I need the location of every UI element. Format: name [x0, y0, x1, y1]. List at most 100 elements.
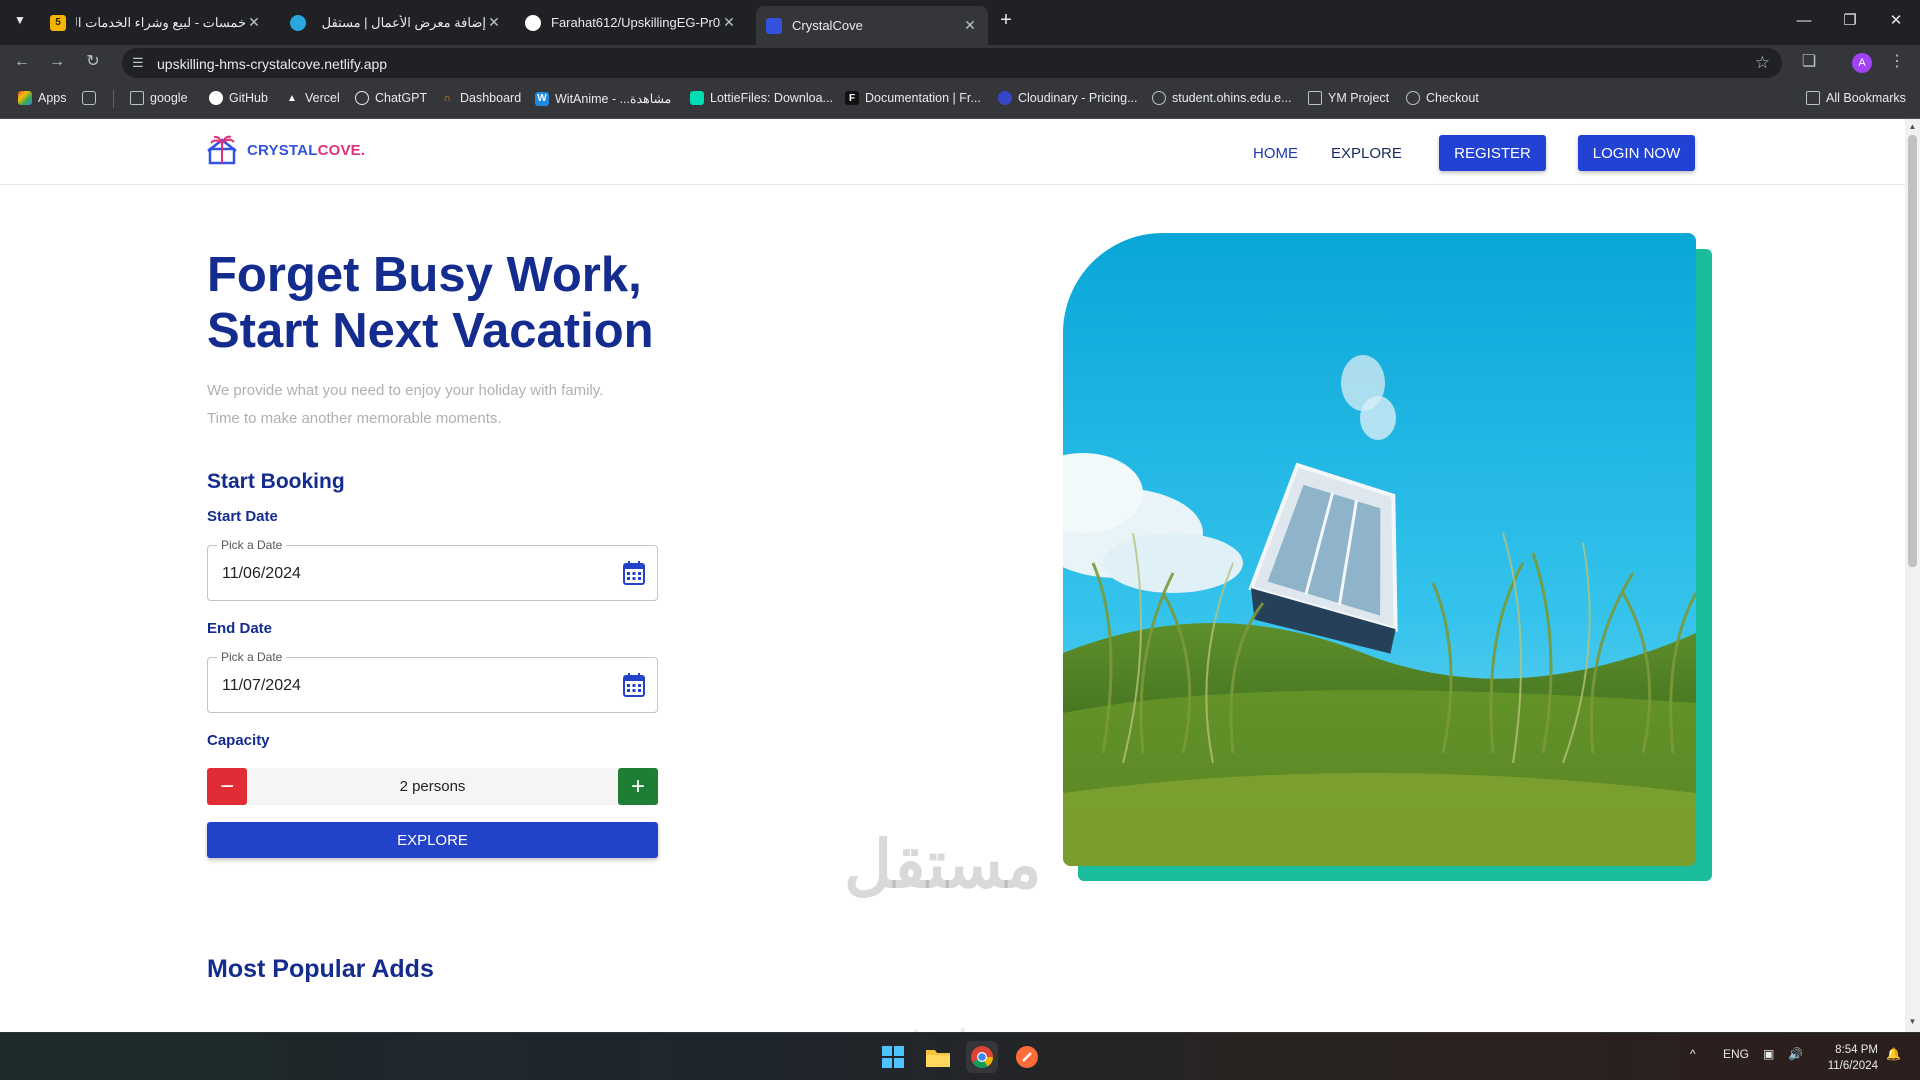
hero-image: [1063, 233, 1696, 866]
new-tab-plus-icon[interactable]: +: [994, 8, 1018, 32]
vercel-icon: ▲: [287, 92, 297, 104]
language-indicator[interactable]: ENG: [1723, 1047, 1749, 1061]
calendar-icon[interactable]: [623, 673, 645, 697]
github-icon: [525, 14, 541, 31]
calendar-icon[interactable]: [623, 561, 645, 585]
khamsat-icon: 5: [50, 14, 66, 31]
notification-bell-icon[interactable]: 🔔: [1886, 1047, 1901, 1061]
bookmark-witanime[interactable]: W WitAnime - ...مشاهدة: [535, 91, 671, 106]
tab-groups-icon: [82, 91, 96, 105]
site-logo[interactable]: CRYSTALCOVE.: [207, 135, 365, 165]
reload-icon[interactable]: ↻: [80, 49, 106, 75]
bookmark-github[interactable]: GitHub: [209, 91, 268, 105]
site-info-icon[interactable]: ☰: [132, 55, 144, 71]
end-date-field[interactable]: Pick a Date 11/07/2024: [207, 650, 658, 713]
back-arrow-icon[interactable]: ←: [9, 49, 35, 75]
bookmark-dashboard[interactable]: ∩ Dashboard: [440, 91, 521, 105]
end-date-legend: Pick a Date: [217, 650, 287, 664]
explore-button[interactable]: EXPLORE: [207, 822, 658, 858]
folder-icon: [1806, 91, 1820, 105]
apps-grid-icon: [18, 91, 32, 105]
crystalcove-icon: [766, 17, 782, 34]
tab-khamsat[interactable]: 5 خمسات - لبيع وشراء الخدمات المـ ✕: [40, 6, 272, 39]
close-icon[interactable]: ✕: [962, 17, 978, 34]
witanime-icon: W: [535, 91, 549, 106]
capacity-label: Capacity: [207, 732, 270, 749]
bookmark-framer[interactable]: F Documentation | Fr...: [845, 91, 981, 105]
chatgpt-icon: [355, 91, 369, 105]
tab-github[interactable]: Farahat612/UpskillingEG-Pr03-l ✕: [515, 6, 747, 39]
taskbar-clock[interactable]: 8:54 PM 11/6/2024: [1816, 1042, 1878, 1074]
file-explorer-icon[interactable]: [922, 1041, 954, 1073]
booking-title: Start Booking: [207, 470, 345, 493]
bookmarks-bar: Apps google GitHub ▲ Vercel ChatGPT ∩ Dash…: [0, 79, 1920, 119]
bookmark-google[interactable]: google: [130, 91, 188, 105]
windows-taskbar: ^ ENG ▣ 🔊 8:54 PM 11/6/2024 🔔: [0, 1032, 1920, 1080]
tray-chevron-up-icon[interactable]: ^: [1690, 1047, 1696, 1061]
folder-icon: [1308, 91, 1322, 105]
register-button[interactable]: REGISTER: [1439, 135, 1546, 171]
clock-time: 8:54 PM: [1835, 1044, 1878, 1056]
bookmark-vercel[interactable]: ▲ Vercel: [285, 91, 340, 105]
bookmark-lottiefiles[interactable]: LottieFiles: Downloa...: [690, 91, 833, 105]
start-date-value: 11/06/2024: [222, 565, 301, 582]
close-icon[interactable]: ✕: [486, 14, 502, 31]
lottiefiles-icon: [690, 91, 704, 105]
extensions-icon[interactable]: ❏: [1797, 50, 1821, 74]
site-header: CRYSTALCOVE. HOME EXPLORE REGISTER LOGIN…: [0, 119, 1905, 185]
network-icon[interactable]: ▣: [1763, 1047, 1774, 1061]
end-date-value: 11/07/2024: [222, 677, 301, 694]
close-icon[interactable]: ✕: [721, 14, 737, 31]
globe-icon: [1406, 91, 1420, 105]
browser-tab-bar: ▼ 5 خمسات - لبيع وشراء الخدمات المـ ✕ إض…: [0, 0, 1920, 45]
nav-home-link[interactable]: HOME: [1253, 145, 1298, 162]
address-bar[interactable]: ☰ upskilling-hms-crystalcove.netlify.app…: [122, 48, 1782, 78]
volume-icon[interactable]: 🔊: [1788, 1047, 1803, 1061]
github-icon: [209, 91, 223, 105]
start-date-field[interactable]: Pick a Date 11/06/2024: [207, 538, 658, 601]
tab-mostaql[interactable]: إضافة معرض الأعمال | مستقل ✕: [280, 6, 512, 39]
capacity-stepper: − 2 persons +: [207, 768, 658, 805]
forward-arrow-icon[interactable]: →: [44, 49, 70, 75]
nav-explore-link[interactable]: EXPLORE: [1331, 145, 1402, 162]
tab-search-chevron-icon[interactable]: ▼: [8, 8, 32, 32]
bookmark-apps[interactable]: Apps: [18, 91, 67, 105]
scrollbar-thumb[interactable]: [1908, 135, 1917, 567]
windows-start-icon[interactable]: [877, 1041, 909, 1073]
tab-crystalcove[interactable]: CrystalCove ✕: [756, 6, 988, 45]
minus-icon: −: [219, 772, 234, 800]
profile-avatar[interactable]: A: [1852, 53, 1872, 73]
bookmark-tab-groups[interactable]: [82, 91, 102, 105]
window-close-icon[interactable]: ✕: [1868, 0, 1920, 40]
bookmark-chatgpt[interactable]: ChatGPT: [355, 91, 427, 105]
tab-title: إضافة معرض الأعمال | مستقل: [321, 14, 486, 30]
folder-icon: [130, 91, 144, 105]
logo-wordmark: CRYSTALCOVE.: [247, 141, 366, 159]
kebab-menu-icon[interactable]: ⋮: [1885, 50, 1909, 74]
chrome-icon[interactable]: [966, 1041, 998, 1073]
decrease-capacity-button[interactable]: −: [207, 768, 247, 805]
plus-icon: +: [630, 772, 645, 800]
bookmark-student[interactable]: student.ohins.edu.e...: [1152, 91, 1292, 105]
browser-toolbar: ← → ↻ ☰ upskilling-hms-crystalcove.netli…: [0, 45, 1920, 79]
hero-subtitle: We provide what you need to enjoy your h…: [207, 382, 604, 427]
bookmark-cloudinary[interactable]: Cloudinary - Pricing...: [998, 91, 1138, 105]
url-text: upskilling-hms-crystalcove.netlify.app: [157, 56, 388, 72]
all-bookmarks[interactable]: All Bookmarks: [1806, 91, 1906, 105]
start-date-label: Start Date: [207, 508, 278, 525]
bookmark-star-icon[interactable]: ☆: [1755, 53, 1770, 73]
scroll-down-arrow-icon[interactable]: ▼: [1908, 1017, 1917, 1027]
bookmark-checkout[interactable]: Checkout: [1406, 91, 1479, 105]
start-date-legend: Pick a Date: [217, 538, 287, 552]
bookmark-ym-project[interactable]: YM Project: [1308, 91, 1389, 105]
tab-title: Farahat612/UpskillingEG-Pr03-l: [551, 15, 721, 30]
palm-house-logo-icon: [207, 135, 245, 165]
hero-title: Forget Busy Work, Start Next Vacation: [207, 248, 654, 358]
scroll-up-arrow-icon[interactable]: ▲: [1908, 122, 1917, 132]
close-icon[interactable]: ✕: [246, 14, 262, 31]
page-scrollbar[interactable]: ▲ ▼: [1905, 119, 1920, 1032]
increase-capacity-button[interactable]: +: [618, 768, 658, 805]
postman-icon[interactable]: [1011, 1041, 1043, 1073]
cloudinary-icon: [998, 91, 1012, 105]
login-button[interactable]: LOGIN NOW: [1578, 135, 1695, 171]
